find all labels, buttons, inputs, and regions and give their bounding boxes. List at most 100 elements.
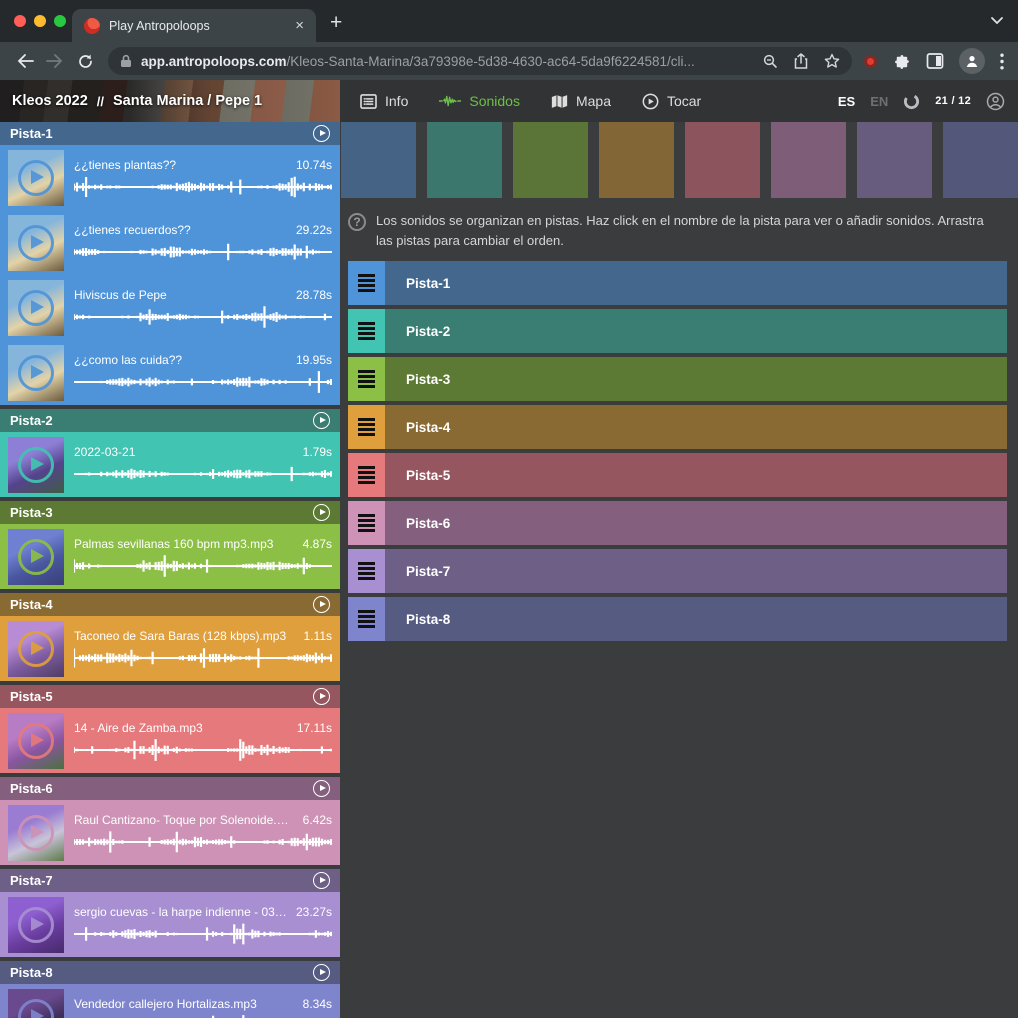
nav-tab-mapa[interactable]: Mapa: [543, 93, 634, 109]
clip-waveform[interactable]: [74, 305, 332, 329]
track-header[interactable]: Pista-5: [0, 685, 340, 708]
account-icon[interactable]: [986, 92, 1005, 111]
clip-play-icon[interactable]: [8, 437, 64, 493]
audio-clip[interactable]: Raul Cantizano- Toque por Solenoide.mp36…: [0, 800, 340, 865]
track-play-icon[interactable]: [313, 412, 330, 429]
drag-handle[interactable]: [348, 597, 385, 641]
language-es-button[interactable]: ES: [838, 94, 855, 109]
close-window-button[interactable]: [14, 15, 26, 27]
track-header[interactable]: Pista-3: [0, 501, 340, 524]
bookmark-star-icon[interactable]: [824, 53, 840, 69]
clip-thumbnail[interactable]: [8, 897, 64, 953]
track-row-name[interactable]: Pista-3: [385, 357, 450, 401]
clip-waveform[interactable]: [74, 554, 332, 578]
drag-handle[interactable]: [348, 453, 385, 497]
track-row-pista-7[interactable]: Pista-7: [348, 549, 1007, 593]
track-name[interactable]: Pista-8: [10, 965, 53, 980]
clip-play-icon[interactable]: [8, 215, 64, 271]
clip-play-icon[interactable]: [8, 150, 64, 206]
audio-clip[interactable]: ¿¿tienes plantas??10.74s: [0, 145, 340, 210]
audio-clip[interactable]: Palmas sevillanas 160 bpm mp3.mp34.87s: [0, 524, 340, 589]
track-row-pista-2[interactable]: Pista-2: [348, 309, 1007, 353]
track-name[interactable]: Pista-4: [10, 597, 53, 612]
clip-play-icon[interactable]: [8, 345, 64, 401]
nav-tab-tocar[interactable]: Tocar: [634, 93, 724, 110]
forward-icon[interactable]: [40, 53, 70, 69]
minimize-window-button[interactable]: [34, 15, 46, 27]
audio-clip[interactable]: 14 - Aire de Zamba.mp317.11s: [0, 708, 340, 773]
side-panel-icon[interactable]: [926, 52, 944, 70]
drag-handle[interactable]: [348, 501, 385, 545]
nav-tab-sonidos[interactable]: Sonidos: [431, 93, 543, 109]
audio-clip[interactable]: ¿¿como las cuida??19.95s: [0, 340, 340, 405]
drag-handle[interactable]: [348, 309, 385, 353]
zoom-icon[interactable]: [763, 54, 778, 69]
extensions-puzzle-icon[interactable]: [892, 52, 911, 71]
clip-thumbnail[interactable]: [8, 713, 64, 769]
track-play-icon[interactable]: [313, 596, 330, 613]
clip-waveform[interactable]: [74, 370, 332, 394]
share-icon[interactable]: [794, 53, 808, 69]
address-bar[interactable]: app.antropoloops.com/Kleos-Santa-Marina/…: [108, 47, 852, 75]
track-header[interactable]: Pista-7: [0, 869, 340, 892]
tab-close-icon[interactable]: ×: [295, 18, 304, 33]
drag-handle[interactable]: [348, 549, 385, 593]
clip-thumbnail[interactable]: [8, 805, 64, 861]
clip-waveform[interactable]: [74, 830, 332, 854]
back-icon[interactable]: [10, 53, 40, 69]
clip-waveform[interactable]: [74, 175, 332, 199]
clip-waveform[interactable]: [74, 922, 332, 946]
track-header[interactable]: Pista-1: [0, 122, 340, 145]
clip-thumbnail[interactable]: [8, 215, 64, 271]
audio-clip[interactable]: ¿¿tienes recuerdos??29.22s: [0, 210, 340, 275]
track-header[interactable]: Pista-8: [0, 961, 340, 984]
new-tab-button[interactable]: +: [330, 11, 342, 35]
browser-profile-avatar[interactable]: [959, 48, 985, 74]
track-row-name[interactable]: Pista-2: [385, 309, 450, 353]
audio-clip[interactable]: sergio cuevas - la harpe indienne - 03 -…: [0, 892, 340, 957]
track-row-pista-1[interactable]: Pista-1: [348, 261, 1007, 305]
clip-thumbnail[interactable]: [8, 437, 64, 493]
clip-play-icon[interactable]: [8, 280, 64, 336]
track-row-name[interactable]: Pista-8: [385, 597, 450, 641]
track-name[interactable]: Pista-6: [10, 781, 53, 796]
clip-play-icon[interactable]: [8, 897, 64, 953]
clip-play-icon[interactable]: [8, 529, 64, 585]
track-row-name[interactable]: Pista-1: [385, 261, 450, 305]
nav-tab-info[interactable]: Info: [352, 93, 431, 109]
clip-waveform[interactable]: [74, 462, 332, 486]
track-row-pista-6[interactable]: Pista-6: [348, 501, 1007, 545]
track-name[interactable]: Pista-3: [10, 505, 53, 520]
track-name[interactable]: Pista-7: [10, 873, 53, 888]
track-row-name[interactable]: Pista-7: [385, 549, 450, 593]
audio-clip[interactable]: Taconeo de Sara Baras (128 kbps).mp31.11…: [0, 616, 340, 681]
tab-search-chevron-icon[interactable]: [990, 13, 1004, 27]
audio-clip[interactable]: Vendedor callejero Hortalizas.mp38.34s: [0, 984, 340, 1018]
track-header[interactable]: Pista-4: [0, 593, 340, 616]
clip-thumbnail[interactable]: [8, 345, 64, 401]
clip-waveform[interactable]: [74, 240, 332, 264]
track-row-name[interactable]: Pista-6: [385, 501, 450, 545]
clip-thumbnail[interactable]: [8, 621, 64, 677]
track-play-icon[interactable]: [313, 504, 330, 521]
clip-waveform[interactable]: [74, 646, 332, 670]
browser-menu-kebab-icon[interactable]: [1000, 53, 1004, 70]
track-row-pista-3[interactable]: Pista-3: [348, 357, 1007, 401]
track-play-icon[interactable]: [313, 125, 330, 142]
track-row-pista-4[interactable]: Pista-4: [348, 405, 1007, 449]
drag-handle[interactable]: [348, 405, 385, 449]
clip-play-icon[interactable]: [8, 713, 64, 769]
track-play-icon[interactable]: [313, 688, 330, 705]
reload-icon[interactable]: [70, 53, 100, 70]
clip-thumbnail[interactable]: [8, 150, 64, 206]
track-play-icon[interactable]: [313, 780, 330, 797]
track-name[interactable]: Pista-5: [10, 689, 53, 704]
track-play-icon[interactable]: [313, 964, 330, 981]
track-name[interactable]: Pista-1: [10, 126, 53, 141]
track-row-name[interactable]: Pista-4: [385, 405, 450, 449]
browser-tab[interactable]: Play Antropoloops ×: [72, 9, 316, 42]
project-title[interactable]: Kleos 2022: [12, 93, 88, 109]
track-row-pista-5[interactable]: Pista-5: [348, 453, 1007, 497]
audio-clip[interactable]: Hiviscus de Pepe28.78s: [0, 275, 340, 340]
track-row-pista-8[interactable]: Pista-8: [348, 597, 1007, 641]
